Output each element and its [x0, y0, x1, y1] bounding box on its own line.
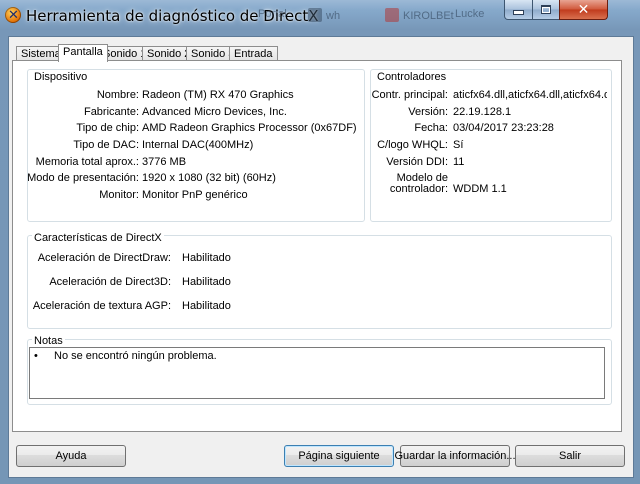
device-memory-value: 3776 MB: [142, 156, 187, 168]
driver-version-label: Versión:: [408, 106, 448, 118]
driver-whql-label: C/logo WHQL:: [377, 139, 448, 151]
next-page-button[interactable]: Página siguiente: [284, 445, 394, 467]
device-memory-label: Memoria total aprox.:: [35, 156, 139, 168]
close-button[interactable]: ✕: [559, 0, 608, 20]
device-group-title: Dispositivo: [32, 71, 90, 83]
directdraw-value: Habilitado: [182, 252, 231, 264]
driver-date-value: 03/04/2017 23:23:28: [453, 122, 554, 134]
dxdiag-window: ✕ Herramienta de diagnóstico de DirectX …: [0, 0, 640, 484]
device-chip-value: AMD Radeon Graphics Processor (0x67DF): [142, 122, 357, 134]
dialog-client-area: Sistema Pantalla Sonido 1 Sonido 2 Sonid…: [8, 36, 634, 478]
device-manufacturer-label: Fabricante:: [83, 106, 139, 118]
driver-version-value: 22.19.128.1: [453, 106, 512, 118]
agp-texture-value: Habilitado: [182, 300, 231, 312]
driver-model-value: WDDM 1.1: [453, 183, 507, 195]
title-bar[interactable]: ✕ Herramienta de diagnóstico de DirectX …: [0, 0, 640, 36]
notes-bullet: •: [34, 350, 38, 362]
maximize-icon: [541, 5, 551, 14]
save-information-button[interactable]: Guardar la información...: [394, 445, 516, 467]
tab-entrada[interactable]: Entrada: [229, 46, 278, 61]
device-monitor-label: Monitor:: [99, 189, 139, 201]
driver-ddi-value: 11: [453, 156, 465, 168]
driver-whql-value: Sí: [453, 139, 464, 151]
device-dac-label: Tipo de DAC:: [73, 139, 139, 151]
device-chip-label: Tipo de chip:: [76, 122, 139, 134]
exit-button[interactable]: Salir: [515, 445, 625, 467]
minimize-icon: [513, 10, 524, 15]
tab-pantalla[interactable]: Pantalla: [58, 44, 108, 62]
device-mode-label: Modo de presentación:: [27, 172, 139, 184]
notes-list[interactable]: • No se encontró ningún problema.: [29, 347, 605, 399]
device-dac-value: Internal DAC(400MHz): [142, 139, 254, 151]
directdraw-label: Aceleración de DirectDraw:: [37, 252, 171, 264]
driver-model-label-line2: controlador:: [389, 183, 448, 195]
driver-main-label: Contr. principal:: [371, 89, 448, 101]
drivers-group-title: Controladores: [375, 71, 449, 83]
device-manufacturer-value: Advanced Micro Devices, Inc.: [142, 106, 287, 118]
device-mode-value: 1920 x 1080 (32 bit) (60Hz): [142, 172, 276, 184]
device-name-value: Radeon (TM) RX 470 Graphics: [142, 89, 294, 101]
driver-date-label: Fecha:: [414, 122, 448, 134]
device-name-label: Nombre:: [96, 89, 139, 101]
driver-ddi-label: Versión DDI:: [386, 156, 448, 168]
maximize-button[interactable]: [532, 0, 560, 20]
directx-x-icon: ✕: [5, 7, 21, 23]
background-task-wh: wh: [308, 8, 340, 26]
directx-features-title: Características de DirectX: [32, 232, 164, 244]
direct3d-value: Habilitado: [182, 276, 231, 288]
background-task-portal: Portal: [258, 8, 287, 20]
device-monitor-value: Monitor PnP genérico: [142, 189, 248, 201]
background-task-kirolbet: KIROLBEt: [385, 8, 454, 26]
notes-item: No se encontró ningún problema.: [54, 350, 217, 362]
background-task-lucke: Lucke: [455, 8, 485, 20]
help-button[interactable]: Ayuda: [16, 445, 126, 467]
pantalla-tab-panel: Dispositivo Nombre: Radeon (TM) RX 470 G…: [12, 60, 622, 432]
close-icon: ✕: [577, 1, 590, 17]
notes-title: Notas: [32, 335, 65, 347]
driver-main-value: aticfx64.dll,aticfx64.dll,aticfx64.dll,a…: [453, 89, 607, 101]
direct3d-label: Aceleración de Direct3D:: [49, 276, 171, 288]
minimize-button[interactable]: [504, 0, 533, 20]
agp-texture-label: Aceleración de textura AGP:: [32, 300, 171, 312]
